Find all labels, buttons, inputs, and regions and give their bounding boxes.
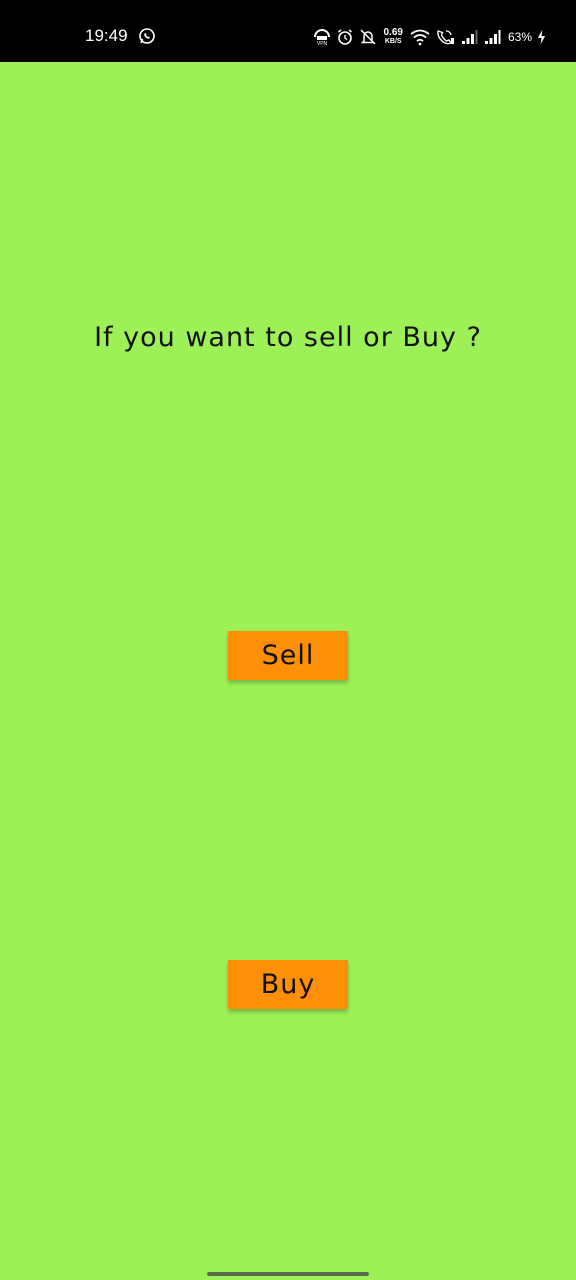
net-speed: 0.69 KB/S xyxy=(384,28,403,46)
signal-icon xyxy=(461,30,478,44)
whatsapp-icon xyxy=(139,28,155,44)
status-icons: VPN 0.69 KB/S 63% xyxy=(313,24,547,50)
buy-button[interactable]: Buy xyxy=(228,960,348,1009)
sell-button[interactable]: Sell xyxy=(228,631,348,680)
wifi-icon xyxy=(410,29,430,46)
home-indicator[interactable] xyxy=(207,1272,369,1276)
battery-level: 63% xyxy=(507,30,532,44)
wifi-call-icon xyxy=(437,30,454,45)
svg-text:VPN: VPN xyxy=(316,41,327,46)
charging-icon xyxy=(537,29,546,45)
alarm-icon xyxy=(337,29,352,45)
signal-icon xyxy=(484,30,501,44)
mute-icon xyxy=(359,29,376,45)
status-time: 19:49 xyxy=(85,26,128,45)
status-bar: 19:49 VPN 0.69 KB/S 63% xyxy=(0,0,576,62)
net-speed-value: 0.69 xyxy=(383,27,403,38)
vpn-icon: VPN xyxy=(313,29,330,46)
question-text: If you want to sell or Buy ? xyxy=(94,322,482,353)
net-speed-unit: KB/S xyxy=(384,38,402,45)
